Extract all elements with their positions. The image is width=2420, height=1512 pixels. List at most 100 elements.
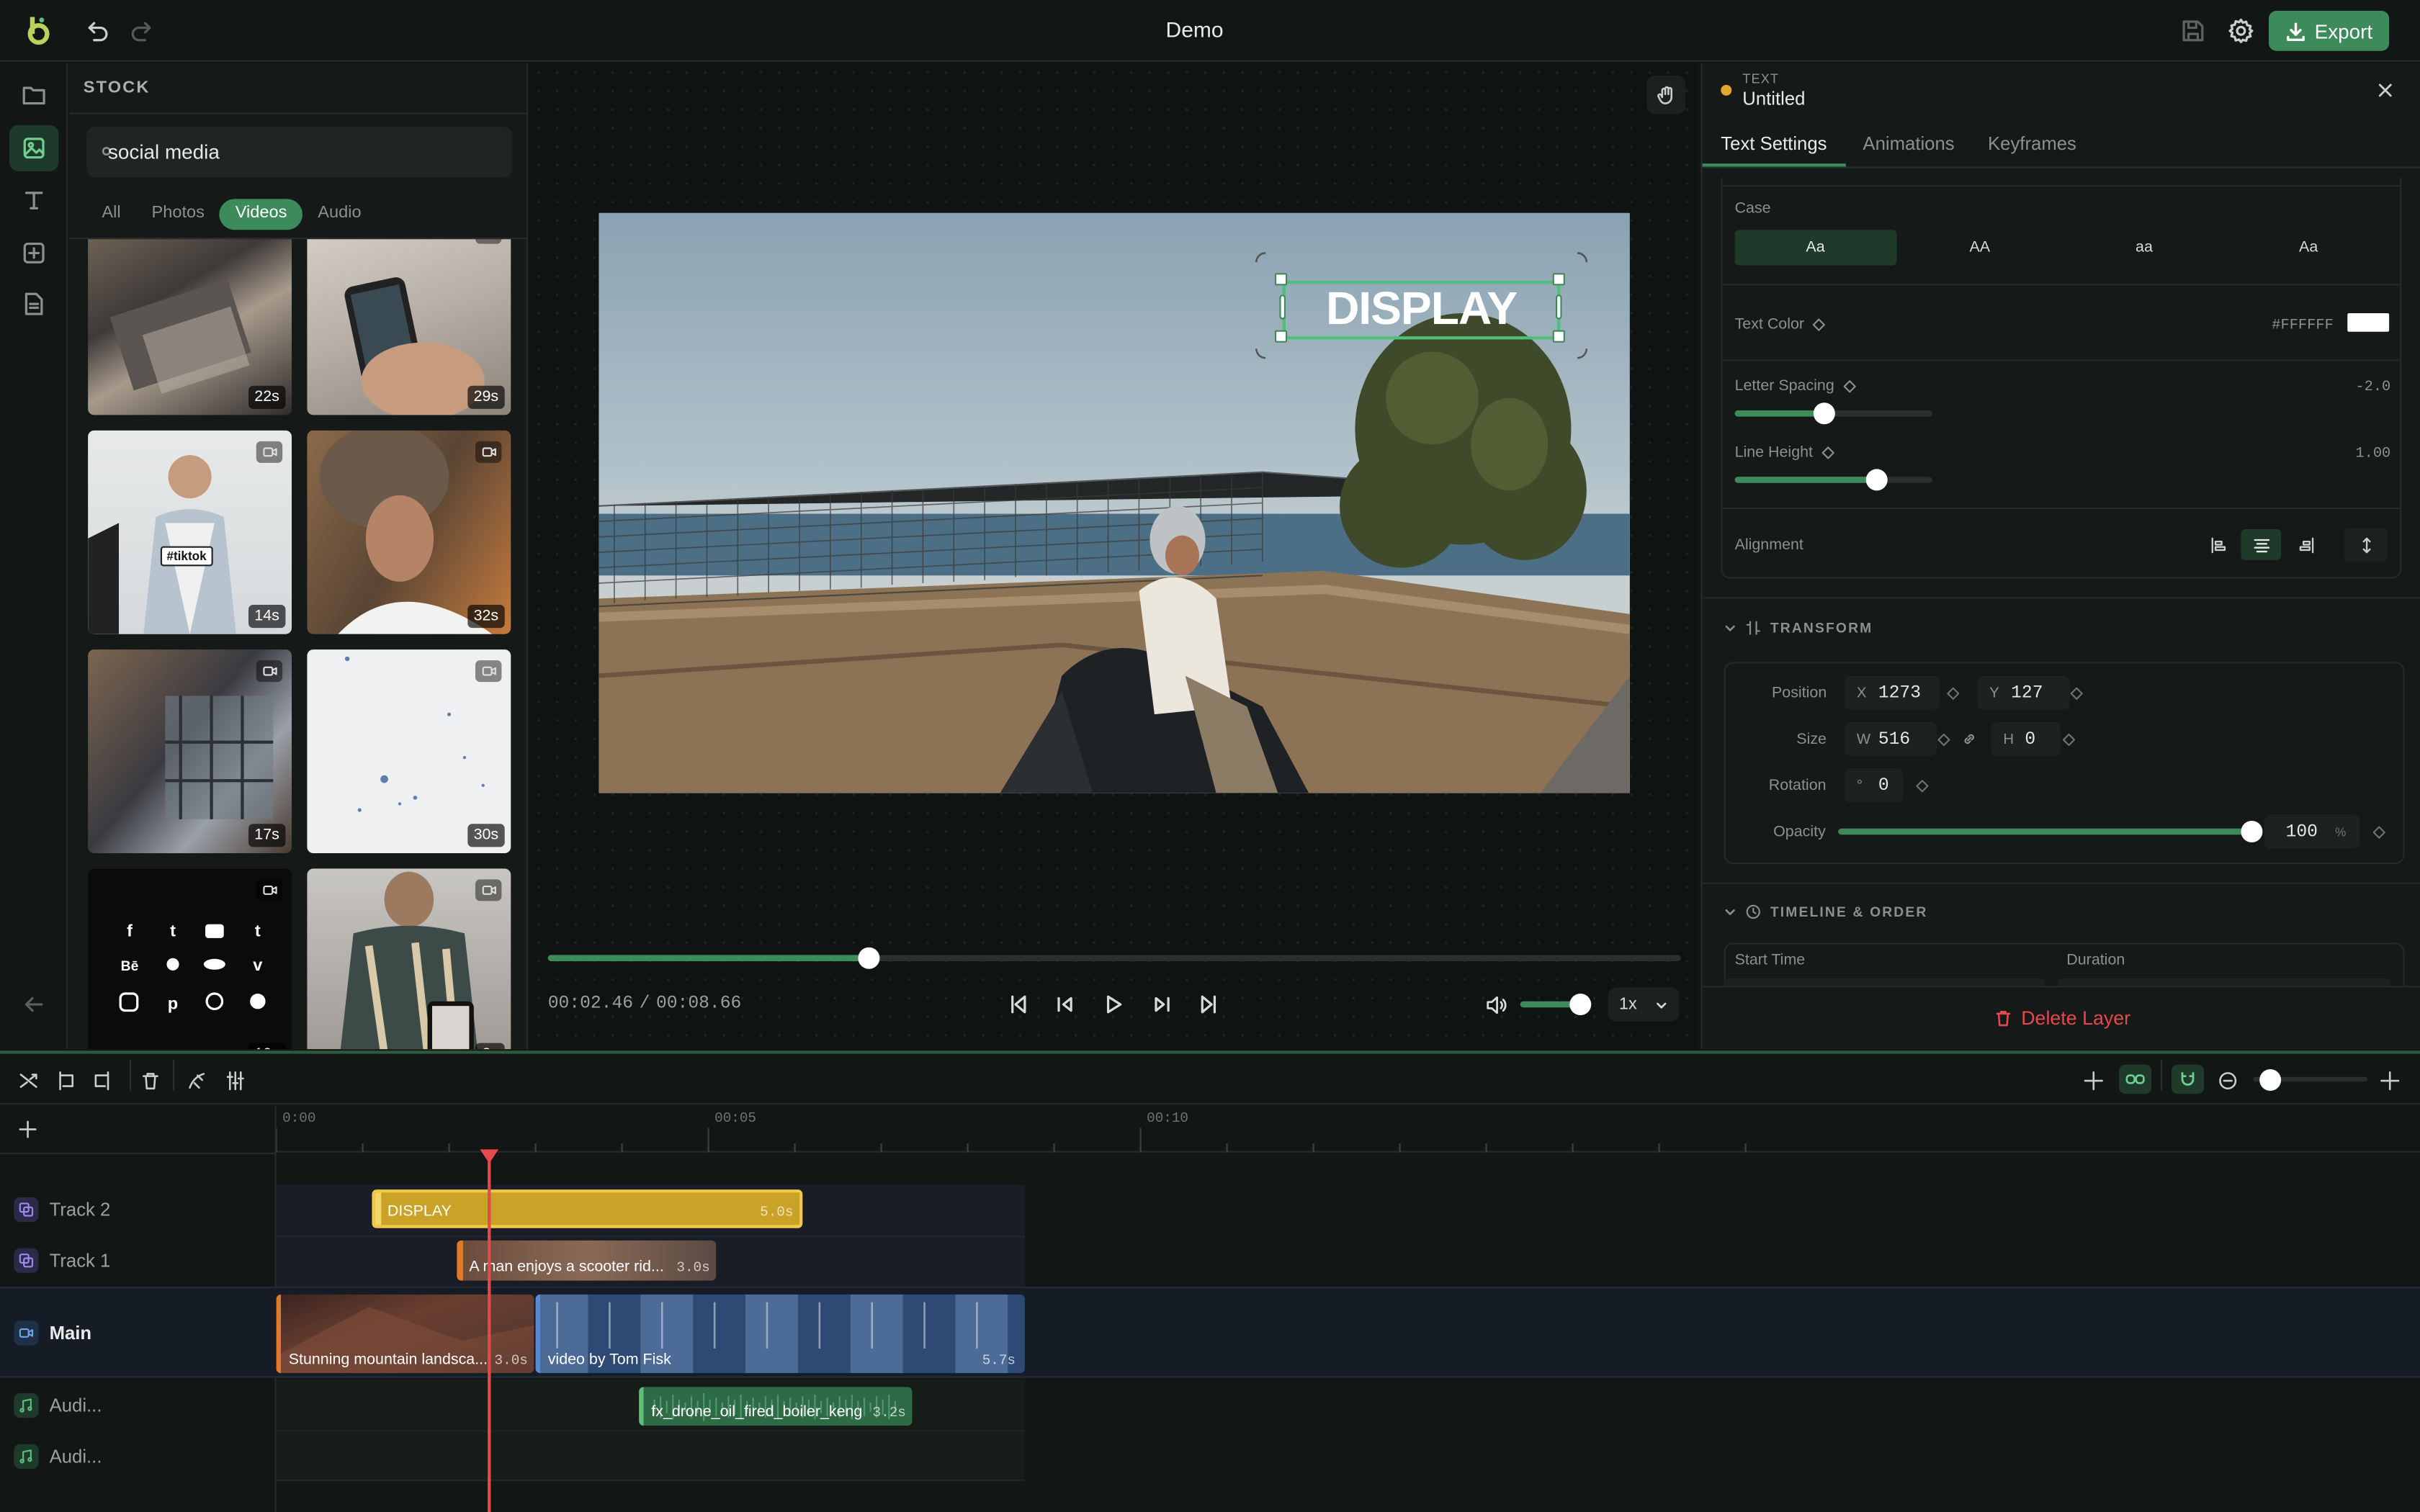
text-tool-icon[interactable] — [9, 177, 59, 223]
clip-trim-handle[interactable] — [639, 1387, 644, 1426]
size-w-field[interactable]: W 516 — [1844, 721, 1937, 756]
rotation-field[interactable]: ° 0 — [1844, 768, 1904, 803]
playhead[interactable] — [488, 1156, 491, 1512]
folder-icon[interactable] — [9, 73, 59, 119]
position-x-field[interactable]: X 1273 — [1844, 675, 1940, 710]
stock-thumbnail[interactable]: #tiktok 14s — [88, 430, 292, 634]
clip-trim-handle[interactable] — [276, 1294, 281, 1374]
align-center-icon[interactable] — [2241, 529, 2282, 560]
track-label-track-2[interactable]: Track 2 — [0, 1187, 274, 1233]
keyframe-diamond-icon[interactable] — [1821, 446, 1834, 459]
playhead-handle[interactable] — [480, 1149, 499, 1164]
zoom-handle[interactable] — [2259, 1069, 2282, 1091]
undo-icon[interactable] — [84, 17, 112, 45]
clip-trim-handle[interactable] — [457, 1240, 463, 1281]
timeline-order-header[interactable]: TIMELINE & ORDER — [1724, 904, 1928, 919]
keyframe-diamond-icon[interactable] — [1812, 318, 1826, 331]
zoom-out-icon[interactable] — [2218, 1071, 2238, 1091]
line-height-track[interactable] — [1734, 477, 1932, 483]
project-title[interactable]: Demo — [1117, 17, 1271, 42]
keyframe-diamond-icon[interactable] — [1937, 733, 1950, 747]
volume-handle[interactable] — [1569, 994, 1592, 1015]
split-icon[interactable] — [19, 1071, 39, 1091]
tab-text-settings[interactable]: Text Settings — [1721, 132, 1827, 154]
animation-icon[interactable] — [187, 1071, 207, 1091]
clip-tom-fisk-video[interactable]: video by Tom Fisk 5.7s — [535, 1294, 1025, 1374]
trim-end-icon[interactable] — [93, 1071, 113, 1091]
keyframe-diamond-icon[interactable] — [2372, 825, 2386, 839]
case-option-capitalize[interactable]: Aa — [2228, 230, 2389, 265]
save-icon[interactable] — [2181, 19, 2205, 43]
keyframe-diamond-icon[interactable] — [2062, 733, 2076, 747]
track-label-audio-2[interactable]: Audi... — [0, 1434, 274, 1480]
gear-icon[interactable] — [2227, 17, 2255, 45]
add-track-icon[interactable] — [19, 1120, 37, 1139]
link-icon[interactable] — [1962, 732, 1977, 747]
trash-icon[interactable] — [140, 1071, 161, 1091]
clip-trim-handle[interactable] — [535, 1294, 540, 1374]
adjust-icon[interactable] — [225, 1071, 246, 1091]
collapse-arrow-icon[interactable] — [9, 981, 59, 1027]
transform-header[interactable]: TRANSFORM — [1724, 620, 1873, 636]
close-icon[interactable] — [2377, 82, 2394, 99]
app-logo-icon[interactable] — [22, 14, 55, 48]
clip-mountain-video[interactable]: Stunning mountain landsca... 3.0s — [276, 1294, 534, 1374]
letter-spacing-handle[interactable] — [1812, 402, 1834, 425]
rotate-handles[interactable] — [1250, 247, 1593, 364]
filter-audio[interactable]: Audio — [302, 199, 377, 230]
stock-thumbnail[interactable]: 17s — [88, 649, 292, 853]
step-forward-icon[interactable] — [1150, 992, 1174, 1017]
document-icon[interactable] — [9, 281, 59, 327]
size-h-field[interactable]: H 0 — [1991, 721, 2061, 756]
magnet-icon[interactable] — [2172, 1064, 2204, 1094]
vertical-align-icon[interactable] — [2344, 527, 2388, 562]
case-option-lowercase[interactable]: aa — [2063, 230, 2225, 265]
case-option-titlecase[interactable]: Aa — [1734, 230, 1896, 266]
opacity-field[interactable]: 100 % — [2264, 814, 2360, 849]
time-ruler[interactable]: 0:00 00:05 00:10 — [274, 1106, 2420, 1153]
play-icon[interactable] — [1101, 992, 1125, 1017]
redo-icon[interactable] — [128, 17, 156, 45]
tab-keyframes[interactable]: Keyframes — [1988, 132, 2076, 154]
search-input[interactable]: social media — [86, 126, 513, 178]
step-back-icon[interactable] — [1052, 992, 1077, 1017]
align-left-icon[interactable] — [2200, 529, 2236, 560]
stock-thumbnail[interactable]: 30s — [307, 649, 511, 853]
video-canvas[interactable]: DISPLAY — [599, 212, 1630, 793]
keyframe-diamond-icon[interactable] — [1915, 779, 1929, 793]
add-element-icon[interactable] — [9, 230, 59, 276]
export-button[interactable]: Export — [2269, 11, 2390, 51]
stock-media-icon[interactable] — [9, 125, 59, 171]
align-right-icon[interactable] — [2287, 529, 2324, 560]
position-y-field[interactable]: Y 127 — [1977, 675, 2070, 710]
track-label-audio-1[interactable]: Audi... — [0, 1382, 274, 1428]
add-marker-icon[interactable] — [2084, 1071, 2104, 1091]
stock-thumbnail[interactable]: f t t Bē v p 10s — [88, 868, 292, 1050]
clip-display-text[interactable]: DISPLAY 5.0s — [372, 1189, 803, 1228]
scrub-handle[interactable] — [859, 947, 881, 969]
case-option-uppercase[interactable]: AA — [1899, 230, 2061, 265]
keyframe-diamond-icon[interactable] — [1946, 687, 1960, 701]
hand-tool-icon[interactable] — [1646, 76, 1685, 114]
layer-name[interactable]: Untitled — [1742, 88, 1805, 109]
clip-trim-handle[interactable] — [375, 1192, 382, 1225]
opacity-handle[interactable] — [2241, 821, 2263, 842]
keyframe-diamond-icon[interactable] — [2070, 687, 2084, 701]
delete-layer-button[interactable]: Delete Layer — [1702, 986, 2420, 1050]
skip-to-start-icon[interactable] — [1006, 992, 1031, 1017]
stock-thumbnail[interactable]: 8s — [307, 868, 511, 1050]
stock-thumbnail[interactable]: 22s — [88, 211, 292, 415]
stock-thumbnail[interactable]: 32s — [307, 430, 511, 634]
track-label-track-1[interactable]: Track 1 — [0, 1238, 274, 1284]
filter-all[interactable]: All — [86, 199, 136, 230]
volume-icon[interactable] — [1484, 994, 1507, 1017]
keyframe-diamond-icon[interactable] — [1842, 379, 1856, 393]
tab-animations[interactable]: Animations — [1863, 132, 1954, 154]
progress-track[interactable] — [547, 955, 1681, 961]
zoom-in-icon[interactable] — [2380, 1071, 2400, 1091]
skip-to-end-icon[interactable] — [1196, 992, 1221, 1017]
clip-audio-fx[interactable]: fx_drone_oil_fired_boiler_keng 3.2s — [639, 1387, 913, 1426]
text-color-swatch[interactable] — [2347, 313, 2390, 332]
track-label-main[interactable]: Main — [0, 1310, 274, 1356]
link-clips-icon[interactable] — [2119, 1064, 2152, 1094]
